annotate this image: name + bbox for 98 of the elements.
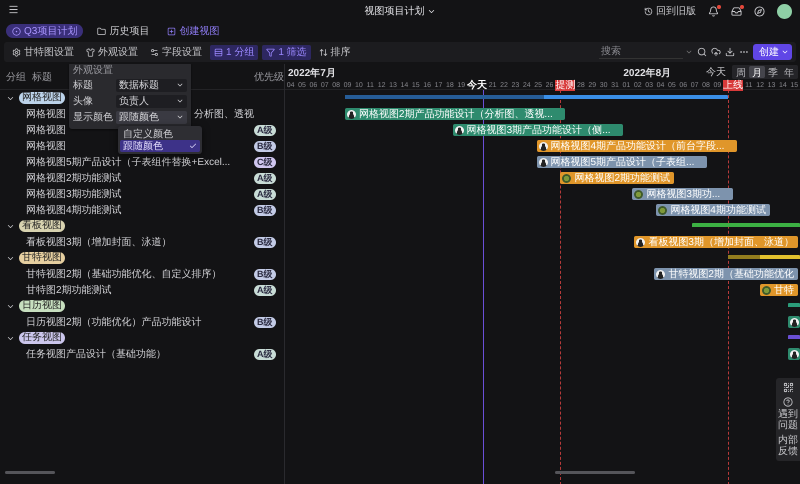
legacy-version-link[interactable]: 回到旧版 — [644, 4, 696, 18]
history-icon — [644, 6, 653, 16]
filter-icon — [266, 48, 276, 56]
column-header: 标题 — [32, 70, 52, 84]
scale-tab[interactable]: 季 — [765, 66, 781, 78]
priority-tag: B级 — [254, 204, 276, 216]
select-field[interactable]: 数据标题 — [116, 78, 187, 92]
priority-tag: C级 — [254, 156, 276, 168]
priority-tag: A级 — [254, 284, 276, 296]
toolbar-button[interactable]: 外观设置 — [82, 44, 142, 60]
scale-tab[interactable]: 周 — [733, 66, 749, 78]
priority-tag: B级 — [254, 140, 276, 152]
download-icon[interactable] — [725, 47, 735, 57]
toolbar-button[interactable]: 1 筛选 — [262, 44, 311, 60]
inbox-icon[interactable] — [731, 6, 742, 16]
view-tab[interactable]: 历史项目 — [91, 24, 156, 38]
create-button[interactable]: 创建 — [753, 44, 792, 60]
group-tag: 网格视图 — [19, 92, 65, 104]
group-tag: 甘特视图 — [19, 252, 65, 264]
priority-tag: A级 — [254, 124, 276, 136]
column-header: 优先级 — [254, 70, 284, 84]
help-button[interactable]: 遇到问题 — [778, 397, 798, 431]
today-label: 今天 — [467, 78, 487, 92]
qr-code-icon[interactable] — [782, 382, 794, 393]
plus-square-icon — [167, 26, 176, 36]
shirt-icon — [86, 48, 95, 56]
search-field[interactable]: 搜索 — [599, 45, 683, 59]
milestone-flag: 上线 — [723, 80, 744, 90]
popup-title: 外观设置 — [73, 65, 114, 77]
task-title: 网格视图 — [26, 124, 66, 137]
chevron-down-icon[interactable] — [685, 48, 693, 56]
task-bar[interactable]: 网格视图3期产品功能设计（侧... — [452, 124, 624, 136]
priority-tag: B级 — [254, 268, 276, 280]
user-avatar[interactable] — [777, 4, 792, 18]
project-title[interactable]: 视图项目计划 — [364, 4, 436, 18]
rows-icon — [214, 48, 223, 56]
folder-icon — [97, 26, 106, 36]
task-title: 日历视图2期（功能优化）产品功能设计 — [26, 316, 202, 329]
priority-tag: A级 — [254, 172, 276, 184]
task-bar-label: 网格视图2期功能测试 — [574, 172, 670, 184]
toolbar-button[interactable]: 甘特图设置 — [8, 44, 78, 60]
scale-tab[interactable]: 月 — [749, 66, 765, 78]
menu-icon[interactable] — [8, 4, 19, 15]
toolbar-button[interactable]: 排序 — [314, 44, 355, 60]
task-title: 网格视图5期产品设计（子表组件替换+Excel... — [26, 156, 230, 169]
gear-icon — [12, 48, 21, 56]
task-title: 网格视图3期功能测试 — [26, 188, 122, 201]
bell-icon[interactable] — [708, 6, 719, 16]
sliders-icon — [150, 48, 159, 56]
cloud-upload-icon[interactable] — [711, 47, 721, 57]
priority-tag: A级 — [254, 348, 276, 360]
month-label: 2022年7月 — [288, 66, 336, 80]
priority-tag: A级 — [254, 188, 276, 200]
priority-tag: B级 — [254, 236, 276, 248]
month-label: 2022年8月 — [623, 66, 672, 80]
priority-tag: B级 — [254, 316, 276, 328]
setting-label: 显示颜色 — [73, 110, 114, 124]
group-tag: 看板视图 — [19, 220, 65, 232]
check-icon — [189, 142, 197, 150]
task-title: 网格视图4期功能测试 — [26, 204, 122, 217]
toolbar-button[interactable]: 字段设置 — [146, 44, 206, 60]
setting-label: 标题 — [73, 78, 94, 92]
select-field[interactable]: 负责人 — [116, 94, 187, 108]
task-title: 看板视图3期（增加封面、泳道） — [26, 236, 172, 249]
task-title: 网格视图 — [26, 108, 66, 121]
task-title: 甘特视图2期（基础功能优化、自定义排序） — [26, 268, 222, 281]
search-icon[interactable] — [697, 47, 707, 57]
setting-label: 头像 — [73, 94, 94, 108]
sort-icon — [318, 48, 328, 56]
compass-icon[interactable] — [754, 6, 765, 16]
scale-tab[interactable]: 年 — [781, 66, 797, 78]
task-title: 网格视图2期功能测试 — [26, 172, 122, 185]
column-header: 分组 — [6, 70, 26, 84]
menu-option[interactable]: 自定义颜色 — [120, 128, 200, 140]
task-bar-label: 网格视图4期功能测试 — [670, 204, 766, 216]
select-field[interactable]: 跟随颜色 — [116, 110, 187, 124]
task-bar-label: 网格视图3期产品功能设计（侧... — [466, 124, 611, 136]
task-bar-label: 网格视图5期产品设计（子表组... — [550, 156, 694, 168]
task-title: 任务视图产品设计（基础功能） — [26, 348, 166, 361]
chevron-down-icon — [781, 48, 789, 56]
scrollbar-thumb[interactable] — [5, 471, 55, 474]
scrollbar-thumb[interactable] — [555, 471, 635, 474]
today-button[interactable]: 今天 — [706, 65, 726, 79]
task-bar-label: 网格视图3期功... — [646, 188, 720, 200]
task-bar-label: 甘特 — [774, 284, 794, 296]
help-icon — [783, 397, 793, 407]
task-title: 甘特图2期功能测试 — [26, 284, 112, 297]
toolbar-button[interactable]: 1 分组 — [210, 44, 258, 60]
circle-dot-icon — [12, 26, 21, 36]
task-title: 分析图、透视 — [194, 108, 254, 121]
group-tag: 任务视图 — [19, 332, 65, 344]
menu-option[interactable]: 跟随颜色 — [120, 140, 200, 152]
task-title: 网格视图 — [26, 140, 66, 153]
milestone-flag: 提测 — [555, 80, 576, 90]
group-tag: 日历视图 — [19, 300, 65, 312]
view-tab[interactable]: Q3项目计划 — [6, 24, 84, 38]
help-button[interactable]: 内部反馈 — [778, 435, 798, 457]
create-view-button[interactable]: 创建视图 — [163, 24, 224, 38]
